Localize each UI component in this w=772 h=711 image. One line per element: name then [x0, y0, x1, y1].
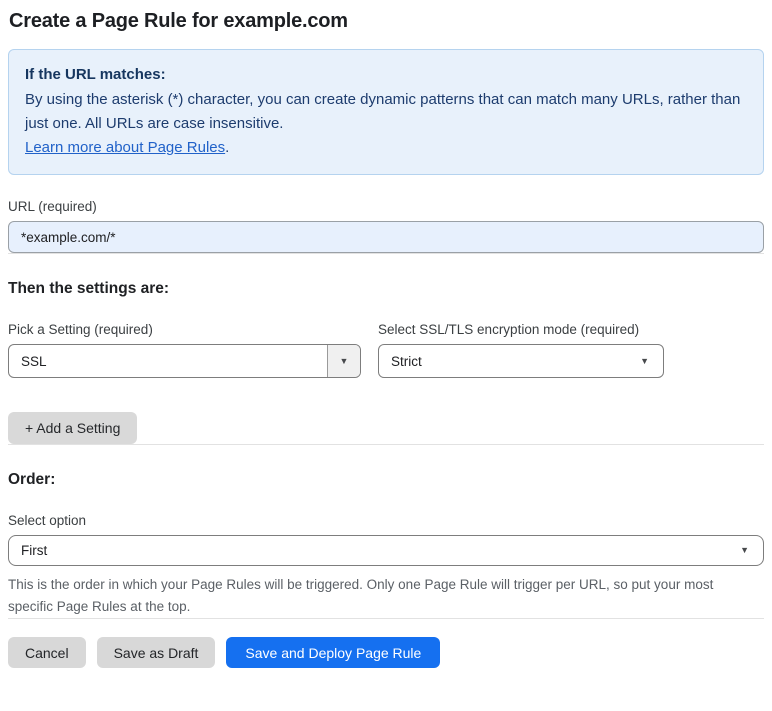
url-field-label: URL (required) [8, 199, 97, 214]
link-suffix: . [225, 139, 230, 156]
save-as-draft-button[interactable]: Save as Draft [96, 637, 216, 668]
setting-picker-arrow-segment[interactable]: ▼ [327, 345, 360, 377]
setting-picker-value: SSL [21, 353, 47, 369]
chevron-down-icon: ▼ [640, 355, 649, 366]
setting-picker-column: Pick a Setting (required) SSL ▼ [8, 322, 361, 378]
info-box-heading: If the URL matches: [25, 66, 166, 83]
divider [8, 253, 764, 254]
settings-row: Pick a Setting (required) SSL ▼ Select S… [8, 322, 764, 378]
order-section-heading: Order: [8, 471, 56, 488]
info-box-link-row: Learn more about Page Rules. [25, 136, 747, 160]
ssl-mode-label: Select SSL/TLS encryption mode (required… [378, 322, 640, 337]
settings-section-heading: Then the settings are: [8, 280, 170, 297]
save-and-deploy-button[interactable]: Save and Deploy Page Rule [226, 637, 441, 668]
ssl-mode-column: Select SSL/TLS encryption mode (required… [378, 322, 664, 378]
order-select-arrow-wrap: ▼ [732, 546, 763, 555]
order-select-value: First [21, 543, 48, 558]
ssl-mode-arrow-wrap: ▼ [632, 355, 663, 366]
order-select-label: Select option [8, 513, 87, 528]
divider [8, 444, 764, 445]
learn-more-link[interactable]: Learn more about Page Rules [25, 139, 225, 156]
info-box-body: By using the asterisk (*) character, you… [25, 91, 741, 132]
setting-picker-label: Pick a Setting (required) [8, 322, 153, 337]
ssl-mode-select[interactable]: Strict ▼ [378, 344, 664, 378]
chevron-down-icon: ▼ [740, 545, 749, 555]
url-match-info-box: If the URL matches: By using the asteris… [8, 49, 764, 175]
cancel-button[interactable]: Cancel [8, 637, 86, 668]
add-setting-button[interactable]: + Add a Setting [8, 412, 138, 444]
chevron-down-icon: ▼ [339, 355, 349, 366]
order-select-section: Select option First ▼ This is the order … [8, 513, 764, 618]
ssl-mode-value: Strict [391, 353, 422, 369]
order-helper-text: This is the order in which your Page Rul… [8, 577, 714, 614]
page-title: Create a Page Rule for example.com [9, 10, 348, 32]
divider [8, 618, 764, 619]
url-input[interactable] [8, 221, 764, 253]
order-select[interactable]: First ▼ [8, 535, 764, 566]
footer-buttons: Cancel Save as Draft Save and Deploy Pag… [8, 637, 764, 668]
setting-picker-select[interactable]: SSL ▼ [8, 344, 361, 378]
url-section: URL (required) [8, 199, 764, 253]
